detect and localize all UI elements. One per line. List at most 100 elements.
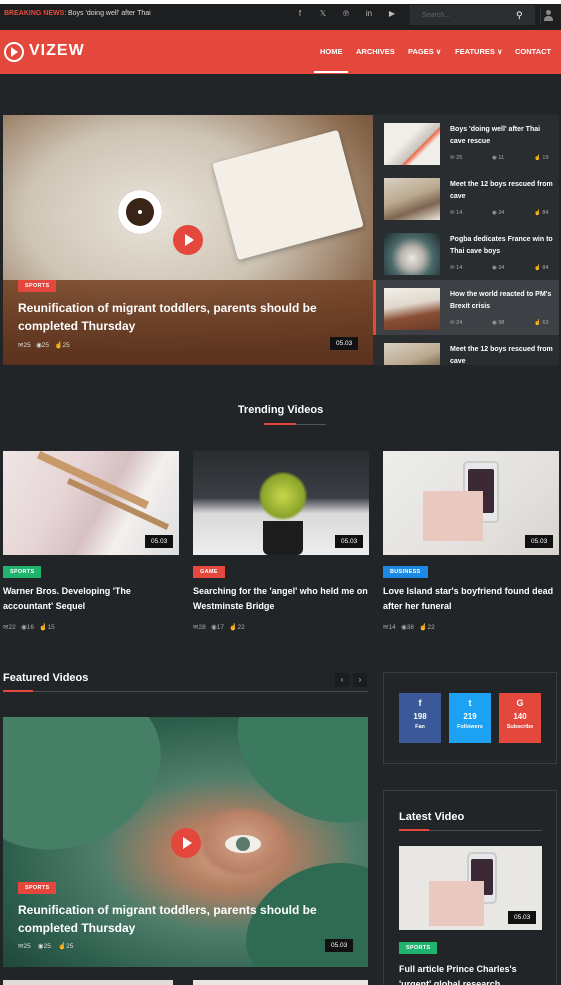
user-icon[interactable] [540, 8, 556, 24]
side-likes: ☝ 84 [534, 265, 549, 271]
side-likes: ☝ 19 [534, 155, 549, 161]
side-views: ◉ 11 [492, 155, 505, 161]
featured-divider [3, 691, 368, 692]
side-thumb[interactable] [384, 343, 440, 365]
featured-duration: 05.03 [325, 939, 354, 952]
nav-home[interactable]: HOME [320, 47, 343, 56]
notebook-shape [429, 881, 484, 926]
linkedin-icon[interactable]: in [363, 9, 375, 18]
prev-arrow-button[interactable]: ‹ [335, 673, 349, 687]
trending-tag[interactable]: BUSINESS [383, 566, 428, 578]
trending-underline [264, 423, 296, 425]
featured-underline [3, 690, 33, 692]
trending-title[interactable]: Love Island star's boyfriend found dead … [383, 584, 559, 614]
trending-heading: Trending Videos [237, 404, 324, 416]
side-item[interactable]: Meet the 12 boys rescued from cave [373, 335, 559, 365]
nav-archives[interactable]: ARCHIVES [356, 47, 395, 56]
hero-image-book [212, 129, 364, 261]
nav-active-indicator [314, 71, 348, 73]
pencil-shape [36, 451, 150, 509]
trending-duration: 05.03 [145, 535, 174, 548]
next-thumb-peek [193, 980, 368, 985]
latest-title[interactable]: Full article Prince Charles's 'urgent' g… [399, 962, 542, 985]
pinterest-icon[interactable]: ℗ [340, 9, 352, 18]
logo-text[interactable]: VIZEW [29, 42, 85, 60]
google-count: 140 [513, 712, 527, 721]
side-thumb[interactable] [384, 288, 440, 330]
google-icon: G [516, 698, 524, 708]
side-comments: ✉ 14 [450, 210, 463, 216]
trending-tag[interactable]: SPORTS [3, 566, 42, 578]
side-thumb[interactable] [384, 233, 440, 275]
side-thumb[interactable] [384, 178, 440, 220]
twitter-icon[interactable]: 𝕏 [317, 9, 329, 18]
nav-contact[interactable]: CONTACT [515, 47, 551, 56]
next-thumb-peek [3, 980, 173, 985]
side-comments: ✉ 25 [450, 155, 463, 161]
hero-views: 25 [41, 342, 50, 349]
next-arrow-button[interactable]: › [353, 673, 367, 687]
pencil-shape [66, 478, 170, 530]
trending-meta: ✉14 ◉38 ☝22 [383, 624, 435, 631]
twitter-follow-box[interactable]: t 219 Followers [449, 693, 491, 743]
nav-pages[interactable]: PAGES ∨ [408, 47, 441, 56]
plant-shape [258, 471, 308, 521]
trending-underline-grey [296, 424, 326, 425]
side-comments: ✉ 14 [450, 265, 463, 271]
twitter-count: 219 [463, 712, 477, 721]
side-video-list: Boys 'doing well' after Thai cave rescue… [373, 115, 559, 365]
facebook-icon: f [418, 698, 422, 708]
side-title[interactable]: How the world reacted to PM's Brexit cri… [450, 289, 553, 313]
side-likes: ☝ 84 [534, 210, 549, 216]
featured-tag[interactable]: SPORTS [18, 882, 57, 894]
trending-title[interactable]: Warner Bros. Developing 'The accountant'… [3, 584, 179, 614]
trending-duration: 05.03 [335, 535, 364, 548]
side-item[interactable]: Boys 'doing well' after Thai cave rescue… [373, 115, 559, 170]
leaf-shape [3, 717, 185, 877]
hero-title[interactable]: Reunification of migrant toddlers, paren… [18, 299, 318, 335]
google-subscribe-box[interactable]: G 140 Subscribe [499, 693, 541, 743]
side-thumb[interactable] [384, 123, 440, 165]
latest-duration: 05.03 [508, 911, 537, 924]
side-views: ◉ 34 [492, 265, 505, 271]
notebook-shape [423, 491, 483, 541]
hero-image-cup [118, 190, 162, 234]
side-title[interactable]: Boys 'doing well' after Thai cave rescue [450, 124, 553, 148]
latest-tag[interactable]: SPORTS [399, 942, 438, 954]
play-icon [183, 837, 192, 849]
hero-tag[interactable]: SPORTS [18, 280, 57, 292]
youtube-icon[interactable]: ▶ [386, 9, 398, 18]
breaking-news-label: BREAKING NEWS: [4, 10, 67, 17]
hero-comments: 25 [23, 342, 31, 349]
side-item-active[interactable]: How the world reacted to PM's Brexit cri… [373, 280, 559, 335]
hero-meta: ✉25 ◉25 ☝25 [18, 341, 70, 349]
side-title[interactable]: Meet the 12 boys rescued from cave [450, 344, 553, 365]
featured-meta: ✉25 ◉25 ☝25 [18, 943, 74, 950]
facebook-icon[interactable]: f [294, 9, 306, 18]
breaking-news-ticker[interactable]: Boys 'doing well' after Thai [68, 10, 151, 17]
featured-title[interactable]: Reunification of migrant toddlers, paren… [18, 901, 318, 937]
twitter-icon: t [468, 698, 472, 708]
latest-underline [399, 829, 429, 831]
featured-heading: Featured Videos [3, 672, 89, 684]
facebook-fan-box[interactable]: f 198 Fan [399, 693, 441, 743]
nav-features[interactable]: FEATURES ∨ [455, 47, 502, 56]
side-title[interactable]: Meet the 12 boys rescued from cave [450, 179, 553, 203]
play-icon [185, 234, 194, 246]
trending-tag[interactable]: GAME [193, 566, 225, 578]
facebook-label: Fan [415, 724, 425, 730]
search-icon[interactable]: ⚲ [516, 10, 523, 21]
side-views: ◉ 98 [492, 320, 505, 326]
google-label: Subscribe [506, 724, 534, 730]
trending-title[interactable]: Searching for the 'angel' who held me on… [193, 584, 369, 614]
side-title[interactable]: Pogba dedicates France win to Thai cave … [450, 234, 553, 258]
side-item[interactable]: Meet the 12 boys rescued from cave ✉ 14 … [373, 170, 559, 225]
side-item[interactable]: Pogba dedicates France win to Thai cave … [373, 225, 559, 280]
facebook-count: 198 [413, 712, 427, 721]
trending-meta: ✉22 ◉16 ☝15 [3, 624, 55, 631]
eye-shape [225, 835, 261, 853]
like-icon: ☝ [54, 342, 63, 349]
side-comments: ✉ 24 [450, 320, 463, 326]
trending-meta: ✉28 ◉17 ☝22 [193, 624, 245, 631]
side-likes: ☝ 63 [534, 320, 549, 326]
